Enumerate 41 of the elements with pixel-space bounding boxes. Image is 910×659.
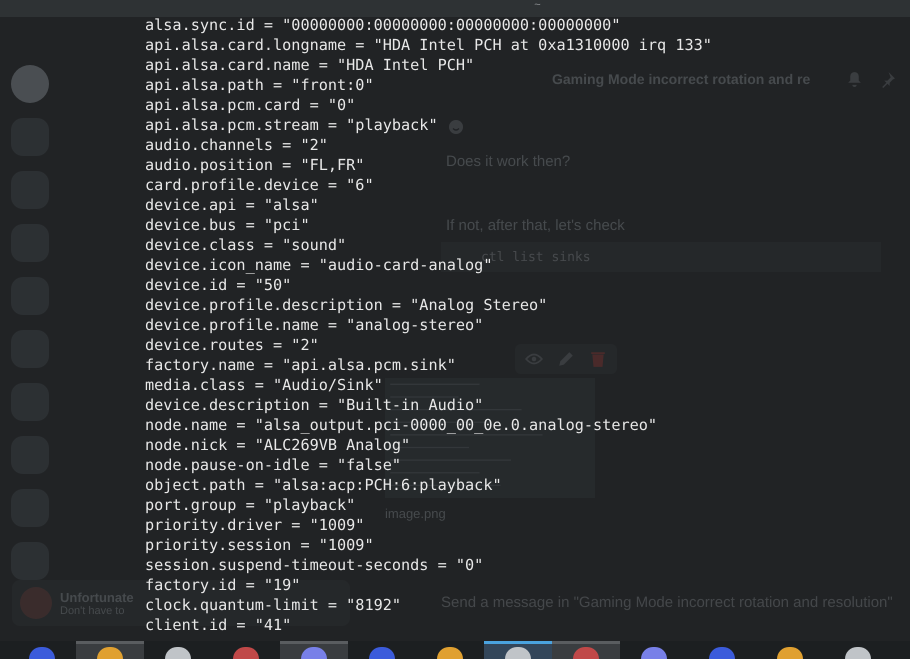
terminal-line: client.id = "41"	[145, 615, 292, 635]
terminal-line: device.bus = "pci"	[145, 215, 310, 235]
terminal-line: api.alsa.pcm.card = "0"	[145, 95, 356, 115]
terminal-line: api.alsa.card.name = "HDA Intel PCH"	[145, 55, 474, 75]
terminal-line: alsa.sync.id = "00000000:00000000:00000000:00000000"	[145, 15, 620, 35]
terminal-line: card.profile.device = "6"	[145, 175, 374, 195]
terminal-line: factory.id = "19"	[145, 575, 300, 595]
trash-icon[interactable]	[589, 350, 607, 368]
taskbar-app-icon[interactable]	[641, 647, 667, 659]
terminal-line: audio.channels = "2"	[145, 135, 328, 155]
terminal-line: media.class = "Audio/Sink"	[145, 375, 383, 395]
bell-icon[interactable]	[846, 70, 863, 88]
terminal-line: api.alsa.path = "front:0"	[145, 75, 374, 95]
terminal-line: node.nick = "ALC269VB Analog"	[145, 435, 410, 455]
terminal-line: node.pause-on-idle = "false"	[145, 455, 402, 475]
taskbar-app-icon[interactable]	[165, 647, 191, 659]
terminal-line: device.api = "alsa"	[145, 195, 319, 215]
smiley-icon[interactable]	[448, 119, 464, 135]
terminal-line: port.group = "playback"	[145, 495, 356, 515]
terminal-line: object.path = "alsa:acp:PCH:6:playback"	[145, 475, 502, 495]
terminal-line: api.alsa.card.longname = "HDA Intel PCH at 0xa1310000 irq 133"	[145, 35, 712, 55]
terminal-line: device.description = "Built-in Audio"	[145, 395, 484, 415]
terminal-line: device.id = "50"	[145, 275, 292, 295]
terminal-line: audio.position = "FL,FR"	[145, 155, 364, 175]
taskbar-app-icon[interactable]	[505, 647, 531, 659]
taskbar-app-icon[interactable]	[845, 647, 871, 659]
terminal-line: factory.name = "api.alsa.pcm.sink"	[145, 355, 456, 375]
taskbar-app-icon[interactable]	[437, 647, 463, 659]
taskbar-app-icon[interactable]	[777, 647, 803, 659]
window-title: ~	[534, 0, 541, 10]
terminal-line: device.routes = "2"	[145, 335, 319, 355]
terminal-line: session.suspend-timeout-seconds = "0"	[145, 555, 484, 575]
terminal-line: priority.driver = "1009"	[145, 515, 364, 535]
terminal-line: clock.quantum-limit = "8192"	[145, 595, 402, 615]
terminal-line: node.name = "alsa_output.pci-0000_00_0e.0.analog-stereo"	[145, 415, 658, 435]
taskbar-app-icon[interactable]	[97, 647, 123, 659]
terminal-line: device.profile.name = "analog-stereo"	[145, 315, 484, 335]
terminal-line: priority.session = "1009"	[145, 535, 374, 555]
terminal-line: api.alsa.pcm.stream = "playback"	[145, 115, 438, 135]
terminal-line: device.profile.description = "Analog Stereo"	[145, 295, 548, 315]
terminal-line: device.class = "sound"	[145, 235, 346, 255]
